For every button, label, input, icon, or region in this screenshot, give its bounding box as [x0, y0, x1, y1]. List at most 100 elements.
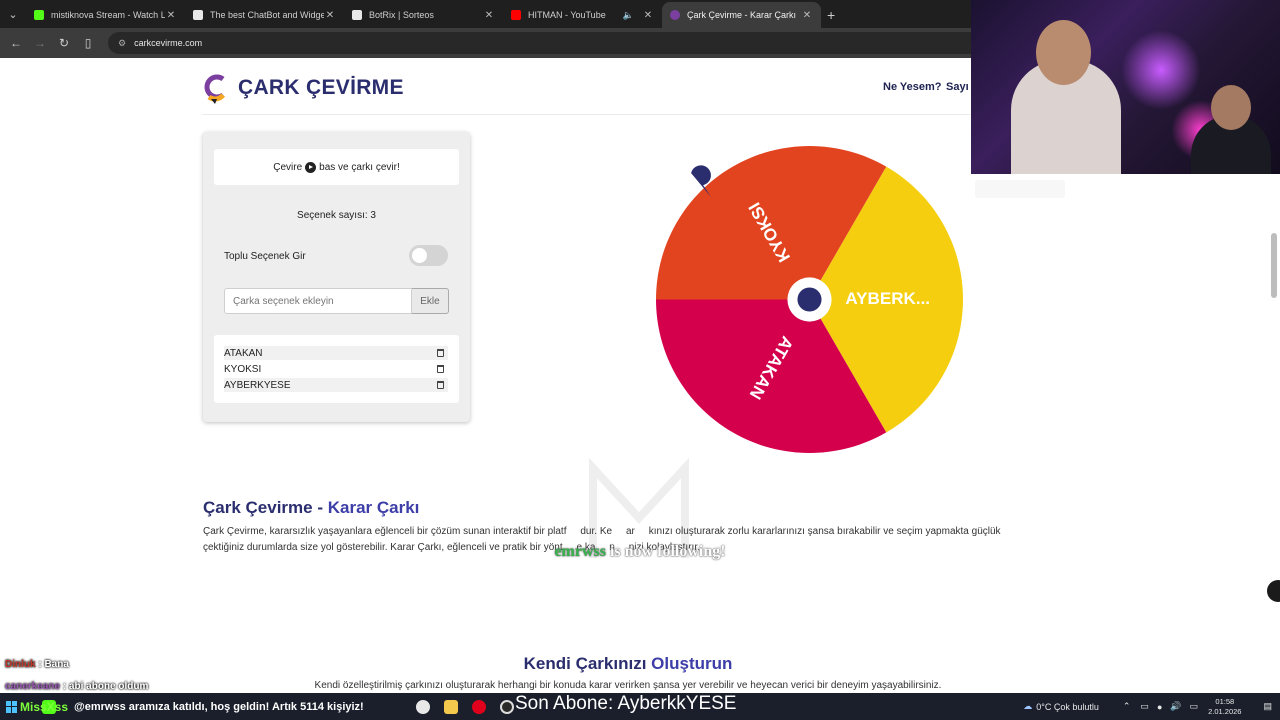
- webcam-overlay: [971, 0, 1280, 174]
- close-tab-icon[interactable]: ✕: [801, 10, 813, 21]
- close-tab-icon[interactable]: ✕: [483, 10, 495, 21]
- clock-time: 01:58: [1215, 696, 1235, 706]
- windows-taskbar: MissXss @emrwss aramıza katıldı, hoş gel…: [0, 693, 1280, 720]
- site-favicon-icon: [193, 10, 203, 20]
- follow-alert: emrwss is now following!: [0, 543, 1280, 561]
- spin-instruction: Çevire bas ve çarkı çevir!: [214, 149, 459, 185]
- option-label: KYOKSI: [224, 363, 262, 375]
- light-glow: [1121, 30, 1201, 110]
- section-heading-1: Çark Çevirme - Karar Çarkı: [203, 498, 419, 518]
- play-icon: [305, 161, 317, 173]
- youtube-favicon-icon: [511, 10, 521, 20]
- cark-logo-icon[interactable]: [203, 73, 227, 105]
- notification-icon[interactable]: ▤: [1263, 701, 1272, 712]
- tab-4-active[interactable]: Çark Çevirme - Karar Çarkı ✕: [662, 2, 821, 28]
- forward-arrow-icon[interactable]: →: [28, 36, 52, 50]
- list-item: KYOKSI: [224, 362, 448, 376]
- toggle-knob: [412, 248, 427, 263]
- tab-0[interactable]: mistiknova Stream - Watch Live ✕: [26, 2, 185, 28]
- obs-app-icon[interactable]: [500, 699, 514, 714]
- overlay-shadow: [975, 180, 1065, 198]
- option-label: AYBERKYESE: [224, 379, 291, 391]
- tab-title: Çark Çevirme - Karar Çarkı: [687, 10, 797, 20]
- follower-name: emrwss: [554, 543, 606, 560]
- add-option-button[interactable]: Ekle: [412, 288, 449, 314]
- network-icon[interactable]: ▭: [1140, 701, 1149, 712]
- instruction-text-after: bas ve çarkı çevir!: [319, 161, 400, 173]
- kick-favicon-icon: [34, 10, 44, 20]
- paragraph-line: Çark Çevirme, kararsızlık yaşayanlara eğ…: [203, 526, 1001, 537]
- battery-icon[interactable]: ▭: [1190, 701, 1199, 712]
- windows-start-icon[interactable]: [6, 700, 18, 713]
- reload-icon[interactable]: ↻: [52, 36, 76, 50]
- instruction-text-before: Çevire: [273, 161, 303, 173]
- chat-user: canerkeane: [5, 681, 61, 692]
- cark-favicon-icon: [670, 10, 680, 20]
- heading-accent: Oluşturun: [651, 654, 733, 673]
- chrome-app-icon[interactable]: [416, 699, 430, 714]
- tab-3[interactable]: HITMAN - YouTube 🔈 ✕: [503, 2, 662, 28]
- site-favicon-icon: [352, 10, 362, 20]
- spin-wheel[interactable]: AYBERK...ATAKANKYOKSI: [654, 144, 965, 455]
- tab-1[interactable]: The best ChatBot and Widgets ✕: [185, 2, 344, 28]
- site-info-icon[interactable]: ⚙: [118, 38, 126, 49]
- back-arrow-icon[interactable]: ←: [4, 36, 28, 50]
- bulk-entry-toggle[interactable]: [409, 245, 448, 266]
- tab-title: HITMAN - YouTube: [528, 10, 606, 20]
- bulk-entry-label: Toplu Seçenek Gir: [224, 251, 306, 262]
- volume-icon[interactable]: 🔊: [1170, 701, 1181, 712]
- ticker-user: MissXss: [20, 700, 69, 714]
- weather-text[interactable]: 0°C Çok bulutlu: [1036, 702, 1099, 712]
- tab-title: The best ChatBot and Widgets: [210, 10, 324, 20]
- system-tray: ☁ 0°C Çok bulutlu ⌃ ▭ ● 🔊 ▭ 01:58 2.01.2…: [1023, 693, 1280, 720]
- list-item: AYBERKYESE: [224, 378, 448, 392]
- last-subscriber: Son Abone: AyberkkYESE: [515, 693, 737, 714]
- tab-2[interactable]: BotRix | Sorteos ✕: [344, 2, 503, 28]
- spin-button-icon[interactable]: [797, 287, 822, 312]
- add-option-row: Ekle: [224, 288, 449, 314]
- trash-icon[interactable]: [437, 365, 444, 373]
- mic-icon[interactable]: ●: [1157, 702, 1162, 712]
- new-tab-button[interactable]: +: [827, 2, 835, 28]
- side-panel-icon[interactable]: ▯: [76, 36, 100, 50]
- close-tab-icon[interactable]: ✕: [165, 10, 177, 21]
- header-divider: [202, 114, 972, 115]
- url-text: carkcevirme.com: [134, 38, 203, 48]
- heading-text: Çark Çevirme -: [203, 498, 328, 517]
- nav-link-sayi[interactable]: Sayı: [946, 81, 969, 93]
- folder-app-icon[interactable]: [444, 699, 458, 714]
- trash-icon[interactable]: [437, 381, 444, 389]
- record-app-icon[interactable]: [472, 699, 486, 714]
- speaker-icon[interactable]: 🔈: [623, 10, 634, 21]
- url-bar[interactable]: ⚙ carkcevirme.com: [108, 32, 1048, 54]
- wheel-label: AYBERK...: [845, 289, 930, 308]
- heading-accent: Karar Çarkı: [327, 498, 420, 517]
- close-tab-icon[interactable]: ✕: [642, 10, 654, 21]
- options-list: ATAKAN KYOKSI AYBERKYESE: [214, 335, 459, 403]
- nav-link-ne-yesem[interactable]: Ne Yesem?: [883, 81, 942, 93]
- weather-icon[interactable]: ☁: [1023, 701, 1032, 712]
- scrollbar-thumb[interactable]: [1271, 233, 1277, 298]
- tab-title: BotRix | Sorteos: [369, 10, 434, 20]
- close-tab-icon[interactable]: ✕: [324, 10, 336, 21]
- heading-text: Kendi Çarkınızı: [523, 654, 652, 673]
- tab-search-icon[interactable]: ⌄: [0, 0, 26, 28]
- site-brand[interactable]: ÇARK ÇEVİRME: [238, 76, 404, 100]
- ticker-message: @emrwss aramıza katıldı, hoş geldin! Art…: [74, 701, 364, 713]
- clock[interactable]: 01:58 2.01.2026: [1208, 697, 1241, 717]
- create-paragraph: Kendi özelleştirilmiş çarkınızı oluştura…: [314, 680, 942, 691]
- clock-date: 2.01.2026: [1208, 706, 1242, 716]
- list-item: ATAKAN: [224, 346, 448, 360]
- option-count: Seçenek sayısı: 3: [297, 210, 376, 221]
- follow-text: is now following!: [605, 543, 726, 560]
- options-panel: Çevire bas ve çarkı çevir! Seçenek sayıs…: [203, 132, 470, 422]
- chat-user: Dinluk: [5, 659, 36, 670]
- chat-line: Dinluk : Bana: [5, 659, 69, 670]
- option-label: ATAKAN: [224, 347, 263, 359]
- option-input[interactable]: [224, 288, 412, 314]
- tray-chevron-icon[interactable]: ⌃: [1123, 701, 1131, 712]
- section-heading-2: Kendi Çarkınızı Oluşturun: [0, 654, 1256, 674]
- trash-icon[interactable]: [437, 349, 444, 357]
- person-head: [1036, 20, 1091, 85]
- chat-text: : Bana: [35, 659, 69, 670]
